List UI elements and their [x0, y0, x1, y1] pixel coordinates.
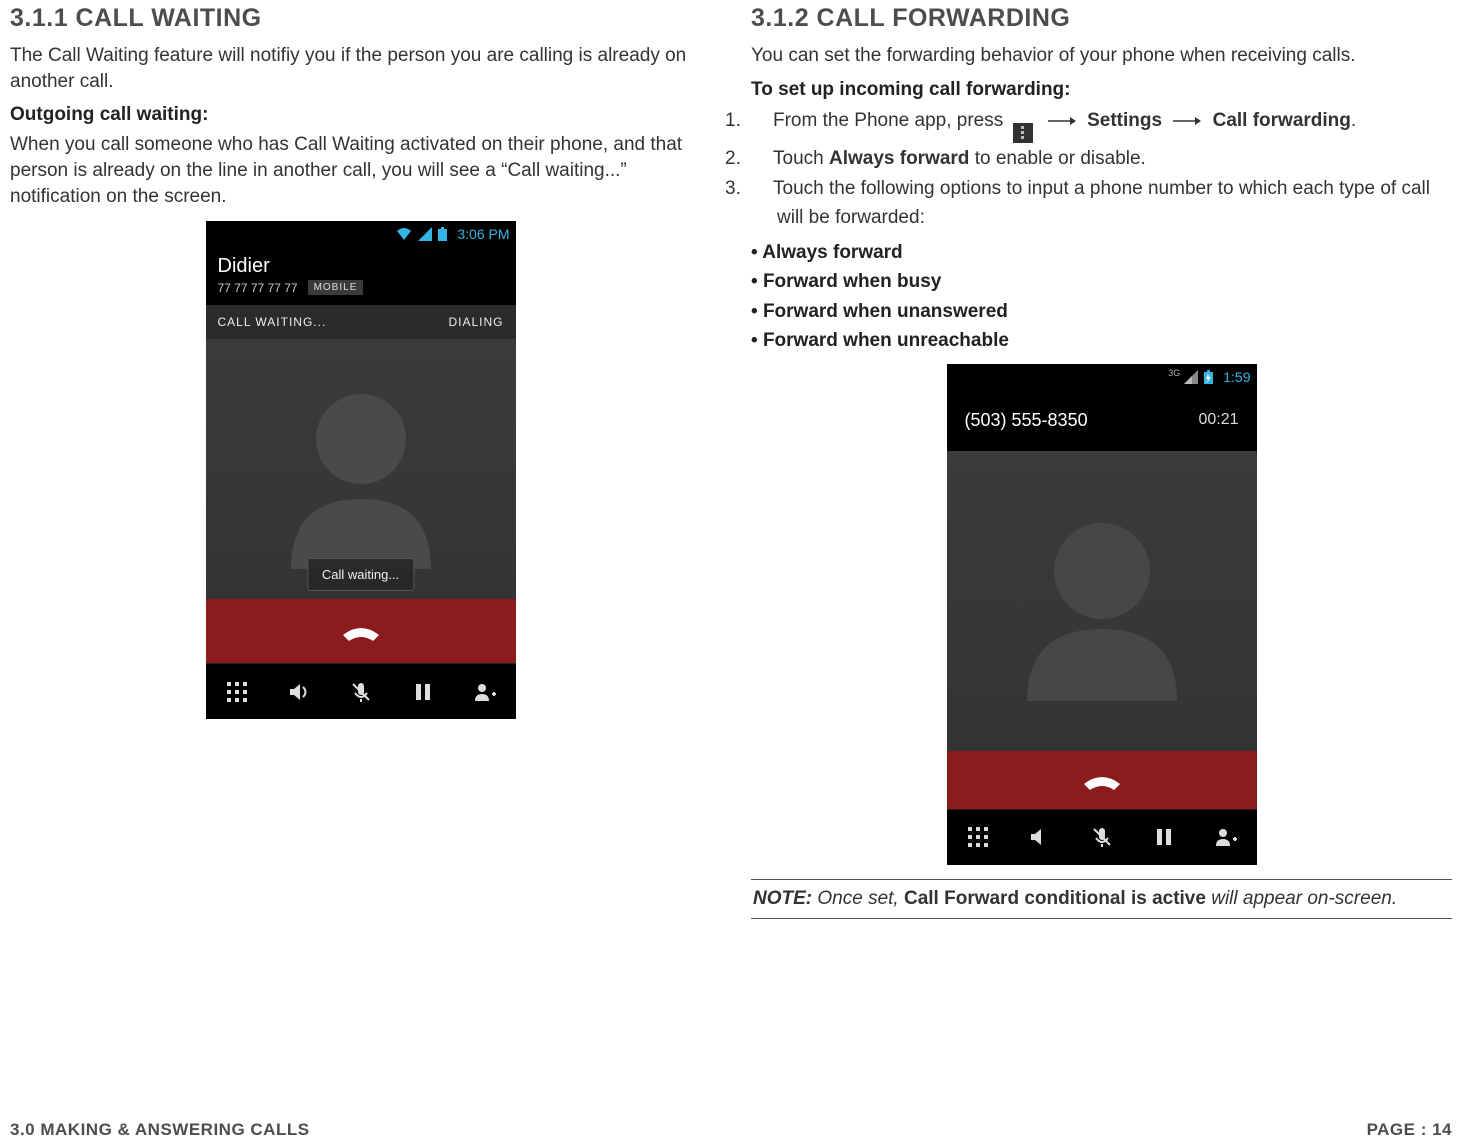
dialpad-button[interactable] — [213, 672, 261, 712]
add-call-button[interactable] — [461, 672, 509, 712]
mute-icon — [1091, 826, 1113, 848]
toast-call-waiting: Call waiting... — [307, 558, 414, 591]
call-duration: 00:21 — [1198, 411, 1238, 429]
mute-icon — [350, 681, 372, 703]
phone-number: (503) 555-8350 — [965, 410, 1088, 431]
screenshot-call-forwarding: 3G 1:59 (503) 555-8350 00:21 — [947, 364, 1257, 865]
forward-options-list: Always forward Forward when busy Forward… — [751, 238, 1452, 356]
note-text-2: will appear on-screen. — [1206, 888, 1397, 909]
mute-button[interactable] — [337, 672, 385, 712]
add-call-button[interactable] — [1202, 817, 1250, 857]
contact-name: Didier — [218, 255, 504, 278]
dialpad-button[interactable] — [954, 817, 1002, 857]
intro-call-waiting: The Call Waiting feature will notifiy yo… — [10, 43, 711, 94]
note-bold: Call Forward conditional is active — [904, 888, 1206, 909]
step-3-text: Touch the following options to input a p… — [773, 178, 1430, 228]
bullet-forward-unanswered: Forward when unanswered — [751, 297, 1452, 326]
arrow-icon — [1048, 116, 1076, 126]
note-box: NOTE: Once set, Call Forward conditional… — [751, 879, 1452, 919]
step-1-callforwarding: Call forwarding — [1213, 110, 1351, 131]
speaker-icon — [288, 681, 310, 703]
avatar-area — [947, 451, 1257, 751]
end-call-icon — [1080, 768, 1124, 792]
signal-icon — [1184, 370, 1198, 384]
in-call-actions — [947, 809, 1257, 865]
hold-button[interactable] — [399, 672, 447, 712]
contact-number: 77 77 77 77 77 — [218, 281, 298, 295]
dialpad-icon — [967, 826, 989, 848]
speaker-button[interactable] — [275, 672, 323, 712]
bullet-forward-busy: Forward when busy — [751, 267, 1452, 296]
step-2-suffix: to enable or disable. — [969, 148, 1145, 169]
page-footer: 3.0 MAKING & ANSWERING CALLS PAGE : 14 — [10, 1120, 1452, 1140]
call-header: Didier 77 77 77 77 77 MOBILE — [206, 247, 516, 305]
status-time: 3:06 PM — [457, 226, 509, 242]
wifi-icon — [396, 227, 412, 241]
end-call-bar[interactable] — [206, 599, 516, 663]
strip-left-label: CALL WAITING... — [218, 315, 327, 329]
strip-right-label: DIALING — [448, 315, 503, 329]
step-2: 2.Touch Always forward to enable or disa… — [751, 145, 1452, 174]
footer-page-number: PAGE : 14 — [1367, 1120, 1452, 1140]
step-2-prefix: Touch — [773, 148, 829, 169]
hold-button[interactable] — [1140, 817, 1188, 857]
dialpad-icon — [226, 681, 248, 703]
steps-list: 1.From the Phone app, press Settings Cal… — [751, 107, 1452, 232]
call-status-strip: CALL WAITING... DIALING — [206, 305, 516, 339]
heading-call-waiting: 3.1.1 CALL WAITING — [10, 4, 711, 33]
arrow-icon — [1173, 116, 1201, 126]
bullet-always-forward: Always forward — [751, 238, 1452, 267]
signal-icon — [418, 227, 432, 241]
add-contact-icon — [473, 681, 497, 703]
footer-section-title: 3.0 MAKING & ANSWERING CALLS — [10, 1120, 310, 1140]
status-bar: 3G 1:59 — [947, 364, 1257, 390]
overflow-menu-icon — [1013, 123, 1033, 143]
note-text-1: Once set, — [812, 888, 904, 909]
subheading-outgoing: Outgoing call waiting: — [10, 104, 711, 126]
end-call-icon — [339, 619, 383, 643]
heading-call-forwarding: 3.1.2 CALL FORWARDING — [751, 4, 1452, 33]
subheading-setup: To set up incoming call forwarding: — [751, 79, 1452, 101]
step-3: 3.Touch the following options to input a… — [751, 175, 1452, 232]
speaker-button[interactable] — [1016, 817, 1064, 857]
add-contact-icon — [1214, 826, 1238, 848]
avatar-placeholder-icon — [1002, 501, 1202, 701]
end-call-bar[interactable] — [947, 751, 1257, 809]
body-outgoing: When you call someone who has Call Waiti… — [10, 132, 711, 209]
column-call-forwarding: 3.1.2 CALL FORWARDING You can set the fo… — [751, 4, 1452, 919]
speaker-icon — [1029, 826, 1051, 848]
battery-icon — [438, 227, 447, 241]
column-call-waiting: 3.1.1 CALL WAITING The Call Waiting feat… — [10, 4, 711, 919]
number-type-badge: MOBILE — [308, 280, 364, 295]
avatar-area: Call waiting... — [206, 339, 516, 599]
bullet-forward-unreachable: Forward when unreachable — [751, 326, 1452, 355]
avatar-placeholder-icon — [261, 369, 461, 569]
network-type-label: 3G — [1168, 368, 1180, 378]
in-call-actions — [206, 663, 516, 719]
status-bar: 3:06 PM — [206, 221, 516, 247]
call-header: (503) 555-8350 00:21 — [947, 390, 1257, 451]
step-1-settings: Settings — [1087, 110, 1162, 131]
step-2-bold: Always forward — [829, 148, 969, 169]
note-prefix: NOTE: — [753, 888, 812, 909]
step-1: 1.From the Phone app, press Settings Cal… — [751, 107, 1452, 143]
pause-icon — [413, 681, 433, 703]
battery-icon — [1204, 370, 1213, 384]
mute-button[interactable] — [1078, 817, 1126, 857]
pause-icon — [1154, 826, 1174, 848]
status-time: 1:59 — [1223, 369, 1250, 385]
step-1-prefix: From the Phone app, press — [773, 110, 1003, 131]
screenshot-call-waiting: 3:06 PM Didier 77 77 77 77 77 MOBILE CAL… — [206, 221, 516, 719]
intro-call-forwarding: You can set the forwarding behavior of y… — [751, 43, 1452, 69]
